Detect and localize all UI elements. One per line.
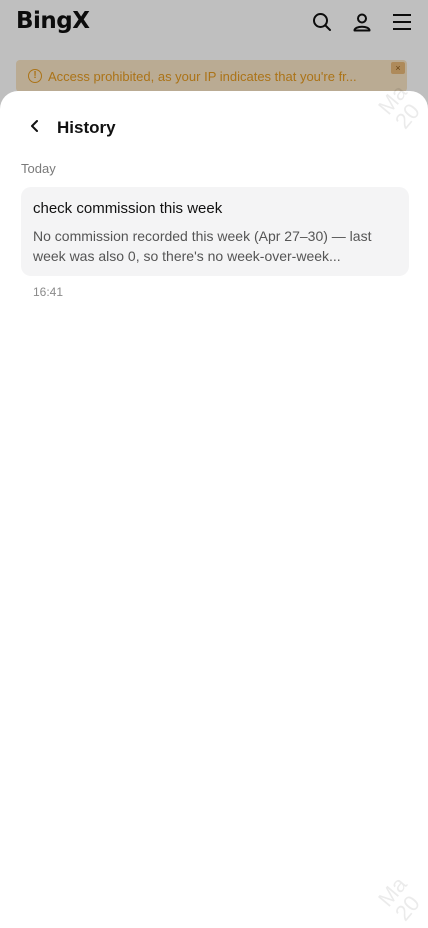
history-item-preview: No commission recorded this week (Apr 27…: [33, 228, 372, 264]
chevron-left-icon: [31, 120, 38, 132]
history-item[interactable]: check commission this week No commission…: [21, 187, 409, 276]
watermark: Ma 20: [373, 871, 425, 926]
history-sheet: History Today check commission this week…: [0, 80, 428, 928]
sheet-header: History: [0, 91, 428, 161]
page-title: History: [57, 118, 116, 137]
back-button[interactable]: [24, 115, 46, 137]
section-label-today: Today: [21, 161, 56, 176]
history-item-time: 16:41: [33, 285, 64, 299]
history-item-title: check commission this week: [33, 200, 223, 217]
